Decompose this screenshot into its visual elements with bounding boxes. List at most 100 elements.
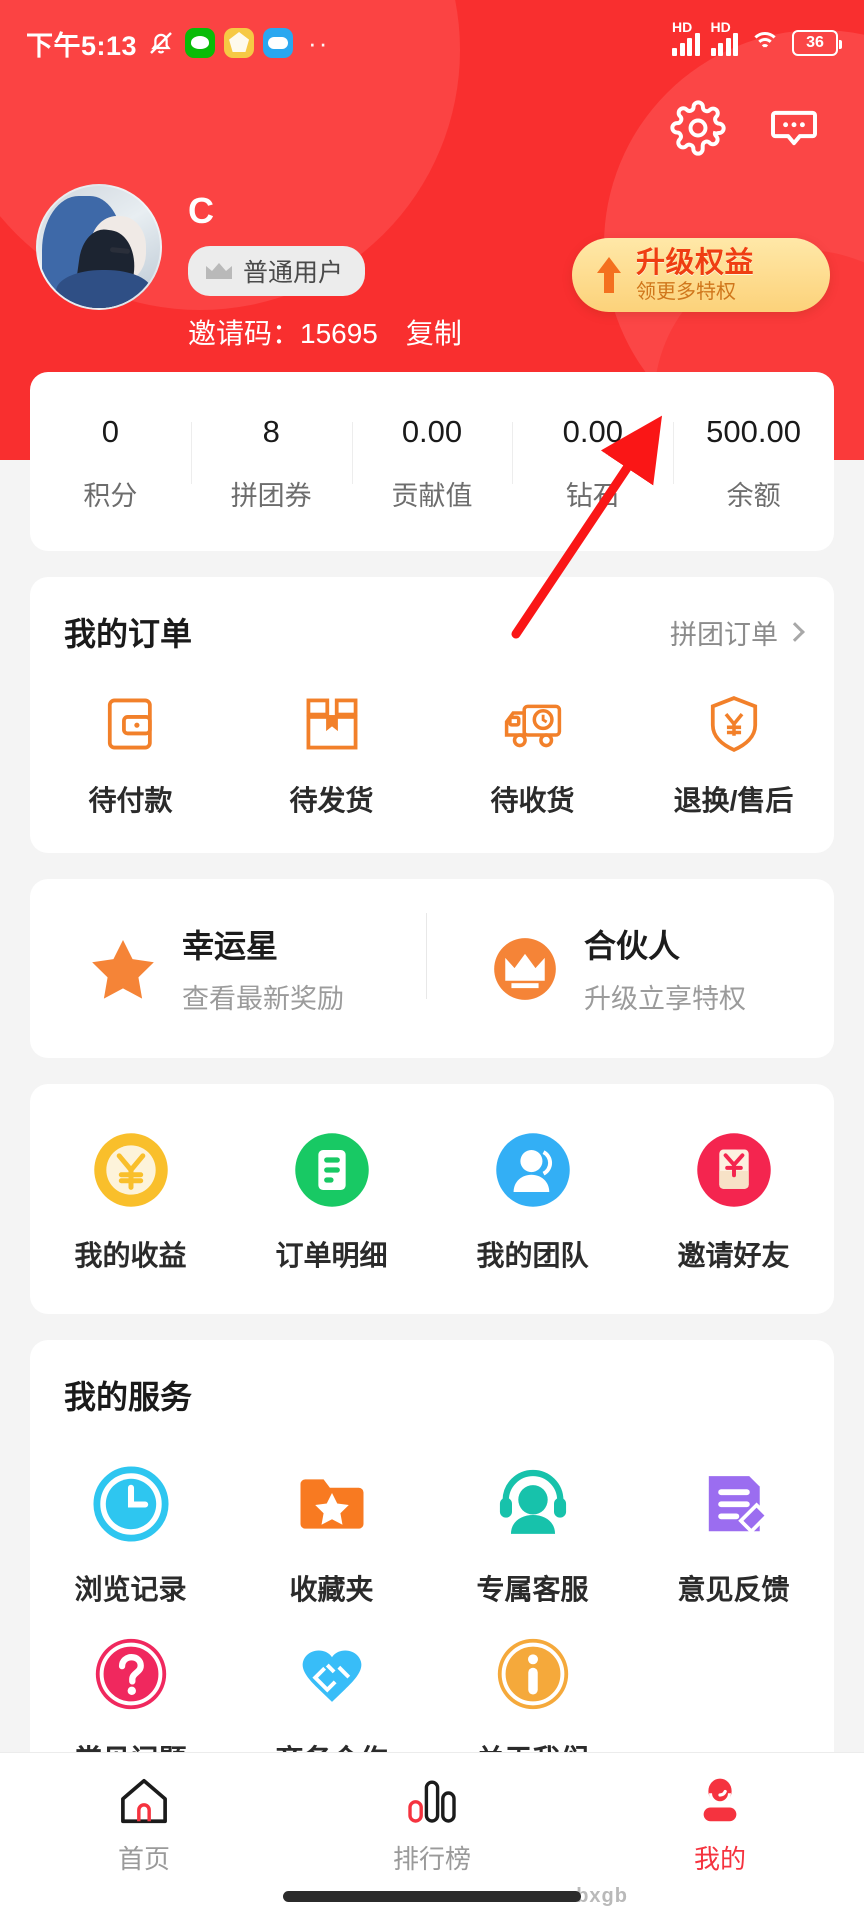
stat-group-coupon[interactable]: 8 拼团券 xyxy=(190,414,352,513)
promo-text: 幸运星 查看最新奖励 xyxy=(182,921,344,1016)
order-status-pending-payment[interactable]: 待付款 xyxy=(30,691,231,819)
upgrade-title: 升级权益 xyxy=(636,246,755,279)
stat-label: 贡献值 xyxy=(391,481,473,511)
star-icon xyxy=(86,932,160,1006)
profile-person-icon xyxy=(692,1775,748,1827)
service-label: 浏览记录 xyxy=(74,1574,187,1605)
promo-lucky-star[interactable]: 幸运星 查看最新奖励 xyxy=(30,921,432,1016)
orders-grid: 待付款 待发货 待收货 退换/售后 xyxy=(30,665,834,853)
order-status-refund-aftersales[interactable]: 退换/售后 xyxy=(633,691,834,819)
wifi-icon xyxy=(749,30,781,56)
cloud-app-icon xyxy=(263,28,294,58)
info-circle-icon xyxy=(491,1632,575,1716)
level-badge-label: 普通用户 xyxy=(243,259,344,287)
upgrade-button[interactable]: 升级权益 领更多特权 xyxy=(572,238,830,312)
stat-value: 0 xyxy=(101,414,120,449)
order-status-pending-shipment[interactable]: 待发货 xyxy=(231,691,432,819)
stat-diamond[interactable]: 0.00 钻石 xyxy=(512,414,673,513)
hd-label: HD xyxy=(710,19,731,35)
promo-text: 合伙人 升级立享特权 xyxy=(584,921,746,1016)
upgrade-text: 升级权益 领更多特权 xyxy=(636,247,754,304)
avatar[interactable] xyxy=(36,184,162,310)
signal-icon: HD xyxy=(710,19,738,56)
promo-partner[interactable]: 合伙人 升级立享特权 xyxy=(426,913,834,1016)
status-bar-left: 下午5:13 ·· xyxy=(26,24,329,63)
chat-bubble-icon[interactable] xyxy=(766,100,822,156)
crown-circle-icon xyxy=(488,932,562,1006)
stats-card: 0 积分 8 拼团券 0.00 贡献值 0.00 钻石 500.00 余额 xyxy=(30,372,834,551)
copy-button[interactable]: 复制 xyxy=(406,312,462,352)
headset-support-icon xyxy=(491,1462,575,1546)
gear-icon[interactable] xyxy=(670,100,726,156)
mute-bell-icon xyxy=(146,28,176,58)
services-card: 我的服务 浏览记录 收藏夹 专属客服 意见反馈 xyxy=(30,1340,834,1812)
menu-label: 订单明细 xyxy=(275,1240,388,1271)
promos-card: 幸运星 查看最新奖励 合伙人 升级立享特权 xyxy=(30,879,834,1058)
home-icon xyxy=(116,1775,172,1827)
invite-code-text: 邀请码：15695 xyxy=(188,318,378,349)
stat-balance[interactable]: 500.00 余额 xyxy=(673,414,834,513)
history-clock-icon xyxy=(89,1462,173,1546)
menu-order-details[interactable]: 订单明细 xyxy=(231,1128,432,1274)
upgrade-subtitle: 领更多特权 xyxy=(636,280,736,303)
tab-label: 首页 xyxy=(117,1844,170,1874)
service-label: 专属客服 xyxy=(476,1574,589,1605)
promo-title: 幸运星 xyxy=(182,928,279,964)
tab-ranking[interactable]: 排行榜 xyxy=(288,1775,576,1876)
stat-points[interactable]: 0 积分 xyxy=(30,414,191,513)
question-mark-icon xyxy=(89,1632,173,1716)
stat-label: 钻石 xyxy=(565,481,620,511)
service-customer-support[interactable]: 专属客服 xyxy=(432,1462,633,1608)
team-person-icon xyxy=(491,1128,575,1212)
menu-my-earnings[interactable]: 我的收益 xyxy=(30,1128,231,1274)
order-status-label: 退换/售后 xyxy=(673,785,794,816)
order-status-pending-receipt[interactable]: 待收货 xyxy=(432,691,633,819)
service-label: 意见反馈 xyxy=(677,1574,790,1605)
order-status-label: 待付款 xyxy=(88,785,173,816)
wallet-menu-grid: 我的收益 订单明细 我的团队 邀请好友 xyxy=(30,1084,834,1314)
services-title: 我的服务 xyxy=(64,1379,193,1415)
yellow-app-icon xyxy=(224,28,255,58)
yuan-coin-icon xyxy=(89,1128,173,1212)
tab-label: 排行榜 xyxy=(392,1844,471,1874)
menu-invite-friends[interactable]: 邀请好友 xyxy=(633,1128,834,1274)
header-actions xyxy=(0,86,864,156)
stat-contribution[interactable]: 0.00 贡献值 xyxy=(351,414,513,513)
package-box-icon xyxy=(299,691,365,757)
user-name: C xyxy=(188,190,215,231)
bottom-tab-bar: 首页 排行榜 我的 bxgb xyxy=(0,1752,864,1920)
tab-home[interactable]: 首页 xyxy=(0,1775,288,1876)
shield-yuan-icon xyxy=(701,691,767,757)
tab-mine[interactable]: 我的 xyxy=(576,1775,864,1876)
app-screen: 下午5:13 ·· HD HD 36 C 普通用户 邀请码：15695 复制 升… xyxy=(0,0,864,1920)
avatar-art xyxy=(56,270,152,308)
stat-label: 余额 xyxy=(726,481,781,511)
wechat-icon xyxy=(185,28,216,58)
promo-title: 合伙人 xyxy=(584,928,681,964)
group-orders-link[interactable]: 拼团订单 xyxy=(670,613,805,652)
tab-label: 我的 xyxy=(693,1844,746,1874)
signal-icon: HD xyxy=(672,19,700,56)
home-indicator[interactable] xyxy=(283,1891,581,1902)
menu-my-team[interactable]: 我的团队 xyxy=(432,1128,633,1274)
service-browse-history[interactable]: 浏览记录 xyxy=(30,1462,231,1608)
feedback-note-icon xyxy=(692,1462,776,1546)
delivery-truck-icon xyxy=(500,691,566,757)
orders-header: 我的订单 拼团订单 xyxy=(30,577,834,665)
service-feedback[interactable]: 意见反馈 xyxy=(633,1462,834,1608)
stat-label: 拼团券 xyxy=(230,481,312,511)
stat-value: 0.00 xyxy=(562,414,623,449)
wallet-menu-card: 我的收益 订单明细 我的团队 邀请好友 xyxy=(30,1084,834,1314)
chevron-right-icon xyxy=(785,622,805,642)
order-status-label: 待发货 xyxy=(289,785,374,816)
red-envelope-icon xyxy=(692,1128,776,1212)
crown-icon xyxy=(204,260,234,282)
favorites-folder-icon xyxy=(290,1462,374,1546)
stat-value: 500.00 xyxy=(706,414,801,449)
handshake-icon xyxy=(290,1632,374,1716)
level-badge[interactable]: 普通用户 xyxy=(188,246,366,296)
stat-label: 积分 xyxy=(83,481,138,511)
orders-card: 我的订单 拼团订单 待付款 待发货 待收货 退换/售后 xyxy=(30,577,834,853)
order-list-icon xyxy=(290,1128,374,1212)
service-favorites[interactable]: 收藏夹 xyxy=(231,1462,432,1608)
